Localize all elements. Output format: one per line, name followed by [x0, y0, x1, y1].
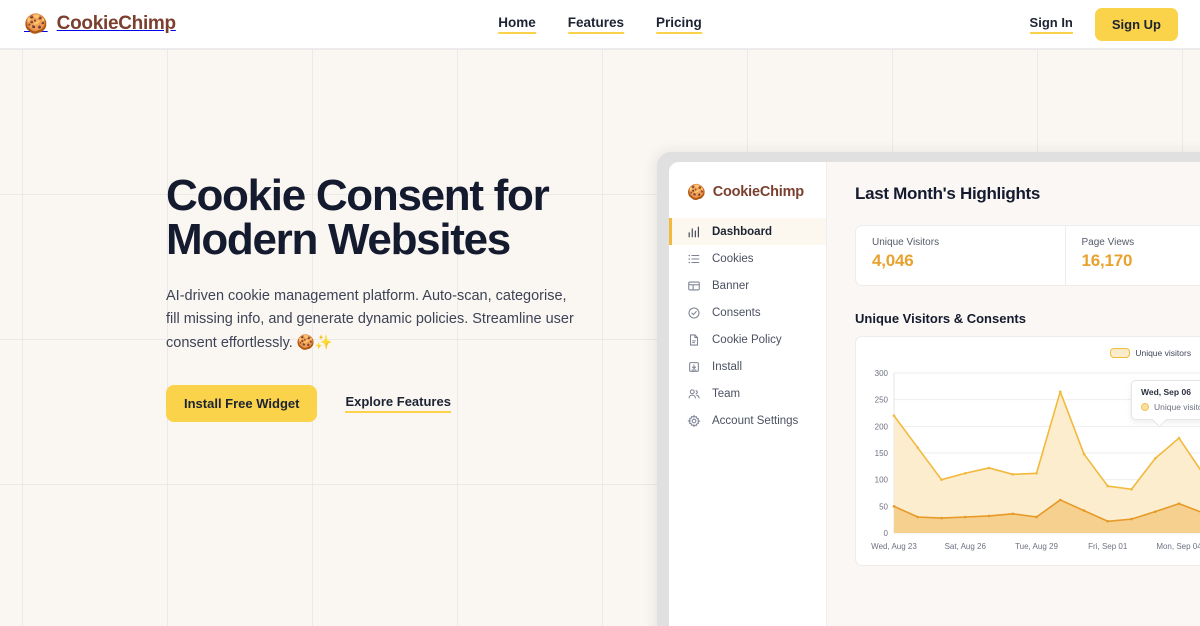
- tooltip-date: Wed, Sep 06: [1141, 387, 1191, 397]
- tooltip-row: Unique visitors: [1141, 402, 1200, 412]
- sidebar-item-label: Team: [712, 387, 741, 400]
- sidebar-item-label: Consents: [712, 306, 761, 319]
- dashboard-sidebar: 🍪 CookieChimp Dashboard Cookies Banner C…: [669, 162, 827, 626]
- sidebar-item-account-settings[interactable]: Account Settings: [669, 407, 826, 434]
- sign-in-link[interactable]: Sign In: [1029, 15, 1073, 34]
- hero-copy: Cookie Consent for Modern Websites AI-dr…: [166, 171, 636, 423]
- svg-text:150: 150: [875, 449, 889, 458]
- sidebar-item-label: Cookie Policy: [712, 333, 782, 346]
- nav-link-home[interactable]: Home: [498, 15, 536, 34]
- dashboard-preview: 🍪 CookieChimp Dashboard Cookies Banner C…: [669, 162, 1200, 626]
- dashboard-preview-frame: 🍪 CookieChimp Dashboard Cookies Banner C…: [657, 152, 1200, 626]
- dashboard-brand-name: CookieChimp: [712, 184, 804, 200]
- series-dot-icon: [1141, 403, 1149, 411]
- sidebar-item-install[interactable]: Install: [669, 353, 826, 380]
- highlights-title: Last Month's Highlights: [855, 184, 1041, 203]
- page-title: Cookie Consent for Modern Websites: [166, 171, 550, 264]
- dashboard-nav: Dashboard Cookies Banner Consents Cookie…: [669, 216, 826, 434]
- visitors-consents-chart: Unique visitors Consents 050100150200250…: [855, 336, 1200, 566]
- top-navbar: 🍪 CookieChimp Home Features Pricing Sign…: [0, 0, 1200, 49]
- stat-label: Page Views: [1081, 237, 1135, 248]
- stat-label: Unique Visitors: [872, 237, 940, 248]
- cookie-icon: 🍪: [24, 13, 48, 35]
- sidebar-item-cookie-policy[interactable]: Cookie Policy: [669, 326, 826, 353]
- stat-value: 16,170: [1081, 251, 1133, 270]
- explore-features-link[interactable]: Explore Features: [345, 394, 451, 414]
- brand-name: CookieChimp: [56, 13, 176, 34]
- hero-actions: Install Free Widget Explore Features: [166, 385, 636, 423]
- svg-text:250: 250: [875, 396, 889, 405]
- nav-link-pricing[interactable]: Pricing: [656, 15, 702, 34]
- gear-icon: [687, 414, 701, 427]
- sidebar-item-cookies[interactable]: Cookies: [669, 245, 826, 272]
- check-circle-icon: [688, 306, 700, 319]
- sidebar-item-team[interactable]: Team: [669, 380, 826, 407]
- table-icon: [688, 281, 700, 290]
- sidebar-item-label: Dashboard: [712, 225, 773, 238]
- nav-link-features[interactable]: Features: [567, 15, 625, 34]
- tooltip-series-label: Unique visitors: [1154, 402, 1200, 412]
- install-free-widget-button[interactable]: Install Free Widget: [166, 385, 318, 423]
- svg-text:Sat, Aug 26: Sat, Aug 26: [945, 542, 987, 551]
- sidebar-item-dashboard[interactable]: Dashboard: [669, 218, 826, 245]
- stat-card-page-views: Page Views 16,170: [1064, 226, 1200, 285]
- dashboard-brand: 🍪 CookieChimp: [669, 162, 826, 216]
- svg-text:Tue, Aug 29: Tue, Aug 29: [1015, 542, 1058, 551]
- users-icon: [688, 388, 700, 399]
- brand-logo[interactable]: 🍪 CookieChimp: [24, 13, 176, 35]
- download-box-icon: [689, 361, 699, 372]
- svg-text:300: 300: [875, 369, 889, 378]
- svg-text:Mon, Sep 04: Mon, Sep 04: [1156, 542, 1200, 551]
- svg-text:200: 200: [875, 422, 889, 431]
- nav-actions: Sign In Sign Up: [1029, 7, 1178, 41]
- sidebar-item-label: Account Settings: [712, 414, 799, 427]
- svg-text:0: 0: [884, 529, 889, 538]
- sidebar-item-consents[interactable]: Consents: [669, 299, 826, 326]
- svg-text:100: 100: [875, 476, 889, 485]
- stats-row: Unique Visitors 4,046 Page Views 16,170: [855, 225, 1200, 286]
- main-nav: Home Features Pricing: [498, 15, 702, 34]
- document-icon: [689, 333, 699, 346]
- chart-title: Unique Visitors & Consents: [855, 311, 1026, 326]
- sidebar-item-banner[interactable]: Banner: [669, 272, 826, 299]
- list-icon: [688, 254, 700, 263]
- svg-text:Fri, Sep 01: Fri, Sep 01: [1088, 542, 1128, 551]
- svg-text:50: 50: [879, 502, 888, 511]
- bar-chart-icon: [688, 226, 699, 237]
- chart-tooltip: Wed, Sep 06 Unique visitors: [1131, 380, 1200, 420]
- stat-value: 4,046: [872, 251, 914, 270]
- hero-section: Cookie Consent for Modern Websites AI-dr…: [0, 49, 1200, 626]
- sidebar-item-label: Cookies: [712, 252, 754, 265]
- hero-subtitle: AI-driven cookie management platform. Au…: [166, 288, 574, 351]
- sign-up-button[interactable]: Sign Up: [1094, 7, 1178, 41]
- sidebar-item-label: Install: [712, 360, 743, 373]
- svg-text:Wed, Aug 23: Wed, Aug 23: [871, 542, 917, 551]
- chart-plot: 0 50 100 150 200 250 300 Wed, Aug 23 Sat, Aug 26…: [871, 369, 1200, 551]
- dashboard-content: Last Month's Highlights Unique Visitors …: [827, 162, 1200, 626]
- sidebar-item-label: Banner: [712, 279, 750, 292]
- cookie-icon: 🍪: [687, 183, 706, 201]
- stat-card-unique-visitors: Unique Visitors 4,046: [856, 226, 1065, 285]
